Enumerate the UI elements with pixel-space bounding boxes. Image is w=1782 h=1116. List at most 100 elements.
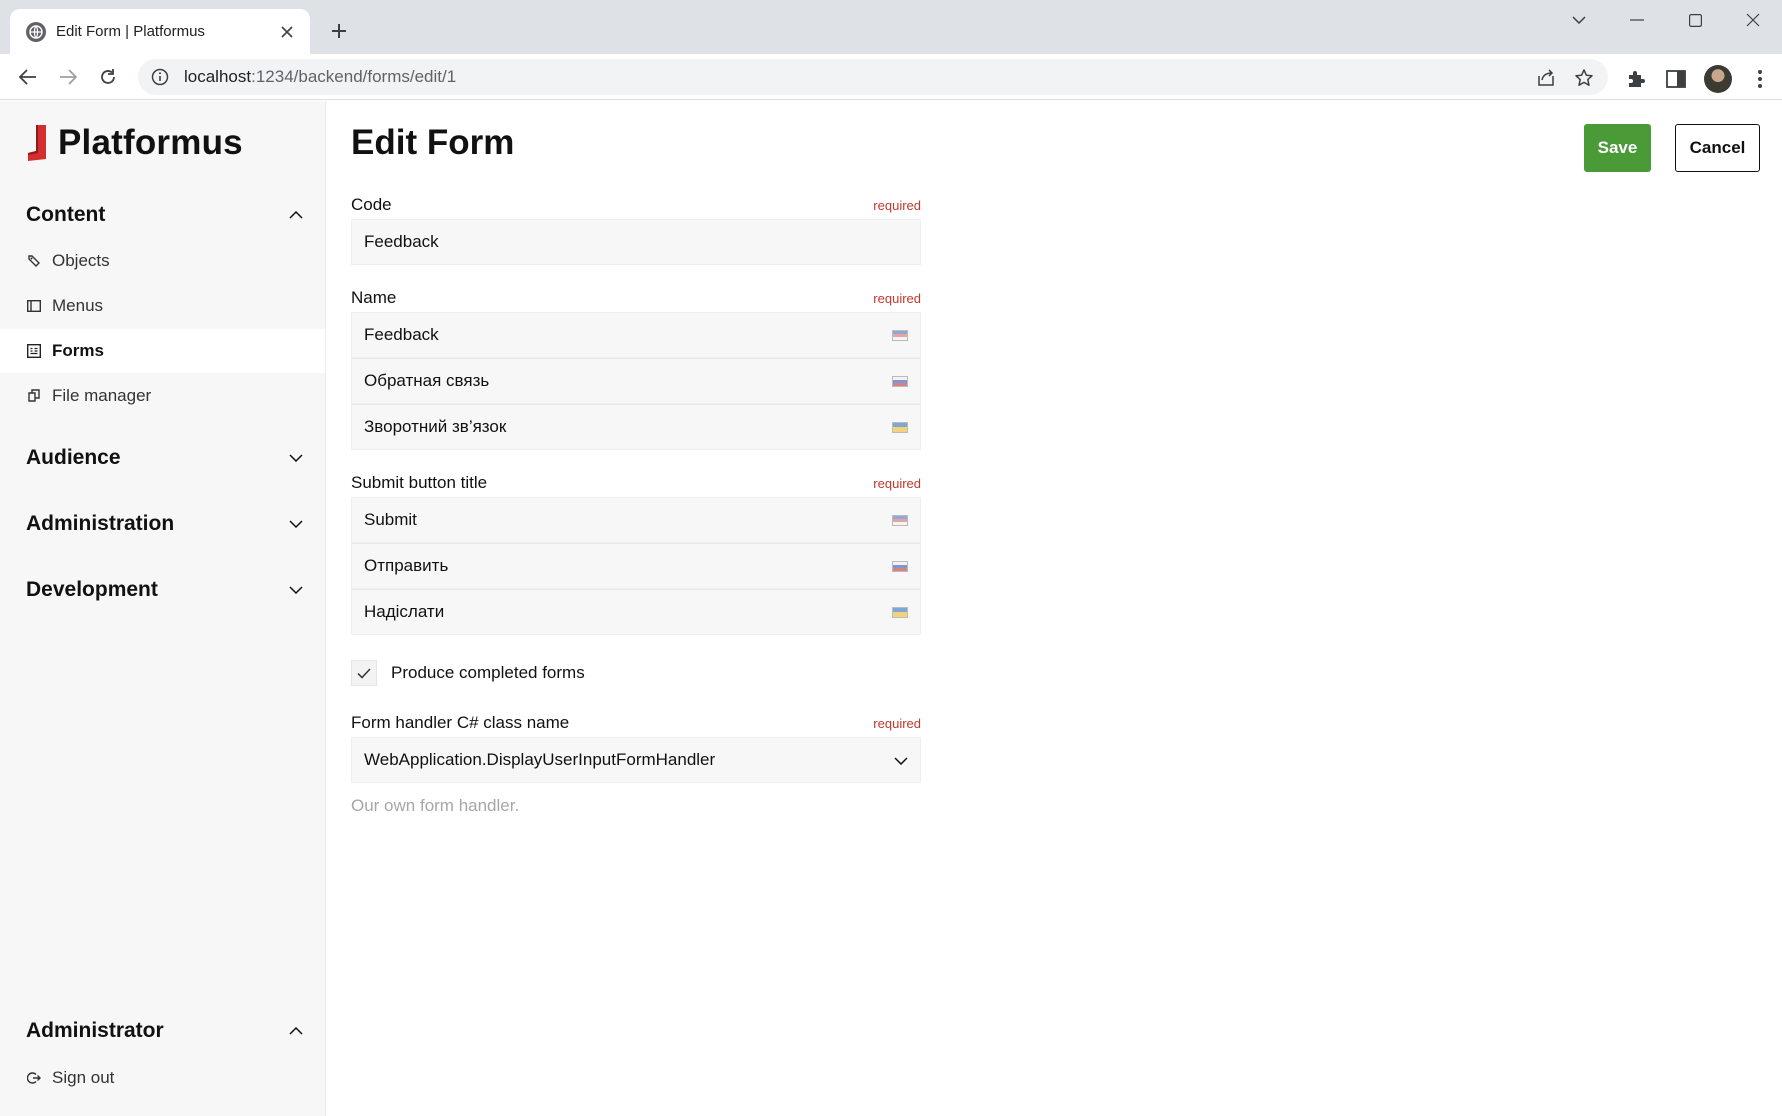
objects-icon — [26, 253, 42, 269]
name-input-ru[interactable]: Обратная связь — [351, 358, 921, 404]
form-handler-label: Form handler C# class name — [351, 713, 570, 732]
section-administrator-label: Administrator — [26, 1019, 164, 1042]
us-flag-icon — [892, 514, 908, 526]
window-controls — [1550, 0, 1782, 40]
section-audience[interactable]: Audience — [26, 446, 306, 470]
cancel-button[interactable]: Cancel — [1675, 124, 1760, 172]
chevron-down-icon — [286, 448, 306, 468]
tab-title: Edit Form | Platformus — [56, 23, 205, 40]
required-badge: required — [873, 716, 921, 731]
profile-avatar[interactable] — [1704, 65, 1732, 93]
submit-title-input-en[interactable]: Submit — [351, 497, 921, 543]
forms-icon — [26, 343, 42, 359]
site-info-icon[interactable] — [150, 67, 170, 87]
maximize-icon[interactable] — [1666, 0, 1724, 40]
sidebar-item-label: Objects — [52, 251, 110, 270]
close-window-icon[interactable] — [1724, 0, 1782, 40]
file-manager-icon — [26, 388, 42, 404]
code-field: Code required Feedback — [351, 195, 921, 265]
side-panel-icon[interactable] — [1664, 67, 1688, 91]
name-input-en[interactable]: Feedback — [351, 312, 921, 358]
name-input-ua[interactable]: Зворотний зв’язок — [351, 404, 921, 450]
code-label: Code — [351, 195, 392, 214]
ru-flag-icon — [892, 560, 908, 572]
platformus-logo-icon — [26, 123, 48, 163]
submit-title-value-ua: Надіслати — [364, 602, 445, 621]
bookmark-star-icon[interactable] — [1572, 66, 1596, 90]
browser-toolbar: localhost:1234/backend/forms/edit/1 — [0, 54, 1782, 100]
minimize-icon[interactable] — [1608, 0, 1666, 40]
menus-icon — [26, 298, 42, 314]
required-badge: required — [873, 291, 921, 306]
chevron-down-icon — [894, 750, 908, 770]
chevron-up-icon — [286, 1021, 306, 1041]
ru-flag-icon — [892, 375, 908, 387]
form-handler-value: WebApplication.DisplayUserInputFormHandl… — [364, 750, 716, 769]
us-flag-icon — [892, 329, 908, 341]
browser-tab-strip: Edit Form | Platformus — [0, 0, 1782, 54]
extensions-puzzle-icon[interactable] — [1624, 67, 1648, 91]
sidebar-item-label: File manager — [52, 386, 152, 405]
submit-title-field: Submit button title required Submit Отпр… — [351, 473, 921, 635]
tab-search-icon[interactable] — [1550, 0, 1608, 40]
submit-title-input-ua[interactable]: Надіслати — [351, 589, 921, 635]
logo-text: Platformus — [58, 123, 243, 162]
required-badge: required — [873, 476, 921, 491]
sidebar: Platformus Content Objects Menus Forms F… — [0, 101, 326, 1116]
sidebar-item-objects[interactable]: Objects — [0, 239, 325, 283]
section-administration[interactable]: Administration — [26, 512, 306, 536]
back-arrow-icon[interactable] — [14, 63, 42, 91]
produce-completed-forms-row[interactable]: Produce completed forms — [351, 660, 585, 686]
new-tab-icon[interactable] — [326, 18, 352, 44]
section-development-label: Development — [26, 578, 158, 601]
section-content-label: Content — [26, 203, 106, 226]
globe-icon — [26, 21, 46, 42]
logo[interactable]: Platformus — [26, 123, 243, 163]
sidebar-item-file-manager[interactable]: File manager — [0, 374, 325, 418]
page-title: Edit Form — [351, 123, 515, 162]
sidebar-item-sign-out[interactable]: Sign out — [0, 1056, 325, 1100]
name-value-en: Feedback — [364, 325, 439, 344]
main-content: Edit Form Save Cancel Code required Feed… — [327, 101, 1782, 1116]
section-administrator[interactable]: Administrator — [26, 1019, 306, 1043]
address-bar[interactable]: localhost:1234/backend/forms/edit/1 — [138, 59, 1608, 95]
form-handler-hint: Our own form handler. — [351, 796, 520, 815]
ua-flag-icon — [892, 421, 908, 433]
save-button[interactable]: Save — [1584, 124, 1651, 172]
section-development[interactable]: Development — [26, 578, 306, 602]
sign-out-icon — [26, 1070, 42, 1086]
name-value-ua: Зворотний зв’язок — [364, 417, 507, 436]
sidebar-item-label: Sign out — [52, 1068, 115, 1087]
form-handler-field: Form handler C# class name required WebA… — [351, 713, 921, 783]
sidebar-item-menus[interactable]: Menus — [0, 284, 325, 328]
ua-flag-icon — [892, 606, 908, 618]
required-badge: required — [873, 198, 921, 213]
sidebar-item-forms[interactable]: Forms — [0, 329, 325, 373]
code-input[interactable]: Feedback — [351, 219, 921, 265]
submit-title-value-ru: Отправить — [364, 556, 449, 575]
submit-title-value-en: Submit — [364, 510, 417, 529]
form-handler-select[interactable]: WebApplication.DisplayUserInputFormHandl… — [351, 737, 921, 783]
sidebar-item-label: Forms — [52, 341, 104, 360]
chevron-up-icon — [286, 205, 306, 225]
url-text: localhost:1234/backend/forms/edit/1 — [184, 67, 457, 86]
forward-arrow-icon[interactable] — [54, 63, 82, 91]
produce-completed-forms-checkbox[interactable] — [351, 660, 377, 686]
produce-completed-forms-label: Produce completed forms — [391, 663, 585, 682]
section-audience-label: Audience — [26, 446, 121, 469]
chevron-down-icon — [286, 514, 306, 534]
submit-title-input-ru[interactable]: Отправить — [351, 543, 921, 589]
reload-icon[interactable] — [94, 63, 122, 91]
browser-tab[interactable]: Edit Form | Platformus — [10, 9, 310, 54]
chevron-down-icon — [286, 580, 306, 600]
name-field: Name required Feedback Обратная связь Зв… — [351, 288, 921, 450]
share-icon[interactable] — [1534, 66, 1558, 90]
close-tab-icon[interactable] — [276, 21, 298, 43]
submit-title-label: Submit button title — [351, 473, 488, 492]
section-administration-label: Administration — [26, 512, 175, 535]
section-content[interactable]: Content — [26, 203, 306, 227]
more-vertical-icon[interactable] — [1748, 67, 1772, 91]
name-label: Name — [351, 288, 397, 307]
sidebar-item-label: Menus — [52, 296, 104, 315]
name-value-ru: Обратная связь — [364, 371, 490, 390]
